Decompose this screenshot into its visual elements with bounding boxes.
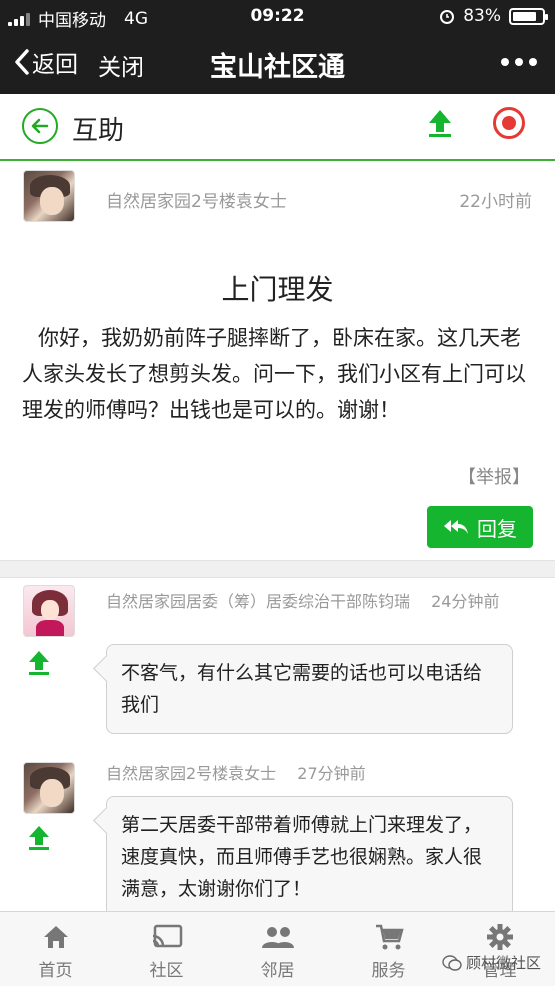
avatar[interactable] [23,170,75,222]
arrow-left-icon [31,118,49,134]
post-author: 自然居家园2号楼袁女士 [106,192,287,212]
page-header: 互助 [0,94,555,161]
upload-icon[interactable] [426,108,454,138]
alarm-icon [440,10,455,24]
status-bar: 中国移动 4G 09:22 83% [0,0,555,32]
reply-label: 回复 [477,516,517,541]
home-icon [43,926,68,948]
header-back-button[interactable] [22,108,58,144]
tab-label: 社区 [149,961,184,981]
battery-percent: 83% [463,6,501,26]
post-time: 22小时前 [459,192,532,212]
avatar[interactable] [23,762,75,814]
post-body: 你好，我奶奶前阵子腿摔断了，卧床在家。这几天老人家头发长了想剪头发。问一下，我们… [22,326,526,422]
tab-community[interactable]: 社区 [111,912,222,986]
report-link[interactable]: 【举报】 [458,463,530,489]
nav-bar: 返回 关闭 宝山社区通 [0,32,555,94]
bottom-tab-bar: 首页 社区 邻居 服务 管理 [0,911,555,986]
section-divider [0,560,555,578]
tab-label: 邻居 [260,961,295,981]
tab-service[interactable]: 服务 [333,912,444,986]
comment-author: 自然居家园2号楼袁女士 27分钟前 [106,764,366,783]
people-icon [261,927,294,948]
gear-icon [486,924,513,950]
dot-icon [501,58,509,66]
record-icon[interactable] [493,107,525,139]
comment-author: 自然居家园居委（筹）居委综治干部陈钧瑞 24分钟前 [106,592,500,611]
tab-neighbors[interactable]: 邻居 [222,912,333,986]
tab-manage[interactable]: 管理 [444,912,555,986]
post-card: 自然居家园2号楼袁女士 22小时前 上门理发 你好，我奶奶前阵子腿摔断了，卧床在… [0,163,555,560]
watermark: 顾村微社区 [442,952,541,973]
comment-bubble: 不客气，有什么其它需要的话也可以电话给我们 [106,644,513,734]
tab-label: 首页 [38,961,73,981]
dot-icon [515,58,523,66]
reply-all-icon [444,520,468,534]
tab-home[interactable]: 首页 [0,912,111,986]
upvote-icon[interactable] [27,649,51,677]
watermark-text: 顾村微社区 [465,954,541,972]
app-title: 宝山社区通 [210,52,345,83]
avatar[interactable] [23,585,75,637]
post-title: 上门理发 [221,273,334,306]
dot-icon [529,58,537,66]
page-title: 互助 [72,116,125,146]
upvote-icon[interactable] [27,824,51,852]
battery-icon [509,7,548,25]
cast-icon [152,924,182,948]
cart-icon [375,924,404,950]
wechat-icon [442,954,462,971]
comment-bubble: 第二天居委干部带着师傅就上门来理发了，速度真快，而且师傅手艺也很娴熟。家人很满意… [106,796,513,918]
more-menu-button[interactable] [501,58,537,66]
reply-button[interactable]: 回复 [427,506,533,548]
tab-label: 服务 [371,961,406,981]
